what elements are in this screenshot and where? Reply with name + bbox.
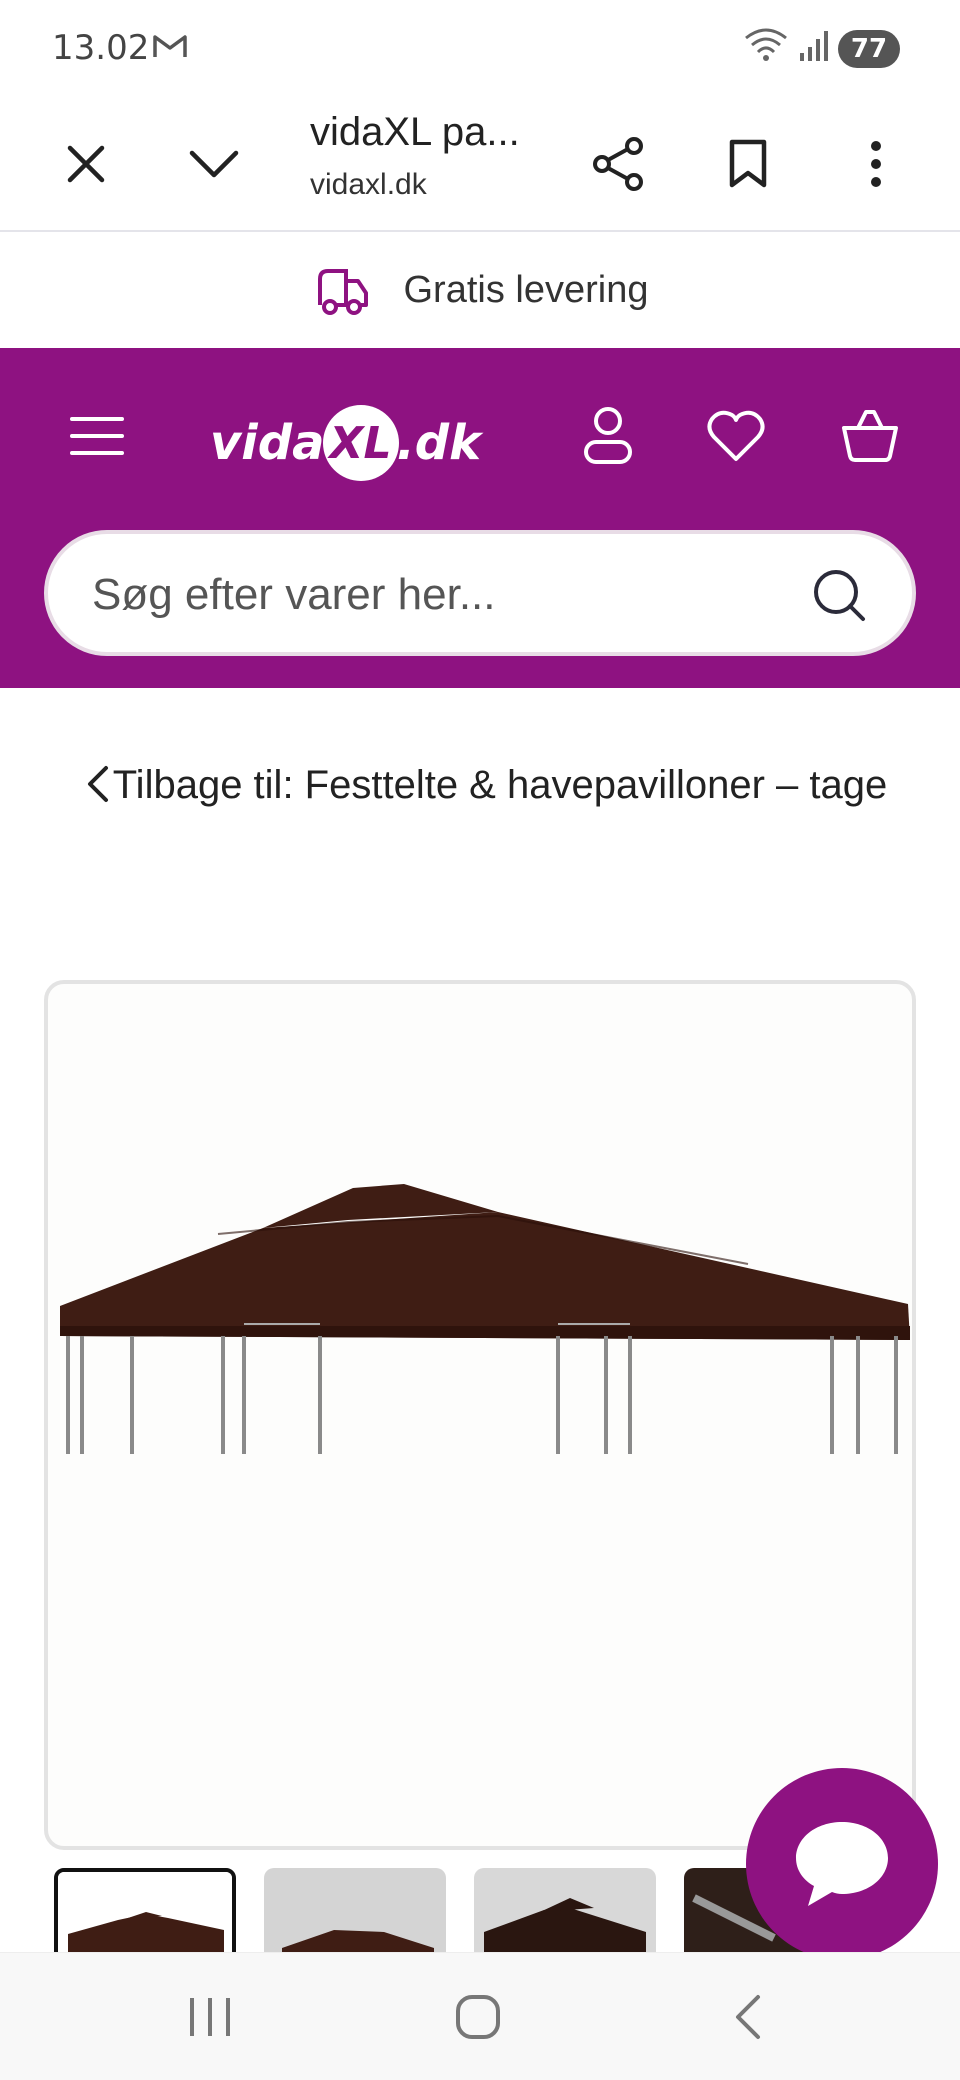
logo-text-suffix: .dk: [396, 415, 482, 471]
minimize-tab-button[interactable]: [172, 96, 256, 232]
wifi-icon: [744, 28, 788, 69]
chevron-down-icon: [189, 150, 239, 178]
account-button[interactable]: [572, 388, 644, 484]
logo-xl-mark: XL: [322, 405, 399, 481]
share-icon: [593, 137, 643, 191]
close-tab-button[interactable]: [44, 96, 128, 232]
back-button[interactable]: [688, 1953, 808, 2080]
shopping-basket-icon: [842, 410, 898, 462]
browser-toolbar: vidaXL pa... vidaxl.dk: [0, 96, 960, 232]
recent-apps-icon: [190, 1998, 230, 2036]
vidaxl-logo[interactable]: vida XL .dk: [210, 398, 481, 488]
user-icon: [584, 407, 632, 464]
status-icons: 77: [744, 28, 900, 69]
chat-bubble-icon: [796, 1822, 888, 1906]
gmail-icon: [152, 32, 188, 65]
wishlist-button[interactable]: [700, 388, 772, 484]
chat-button[interactable]: [746, 1768, 938, 1960]
status-time: 13.02: [52, 28, 150, 68]
system-navigation-bar: [0, 1952, 960, 2080]
search-input[interactable]: Søg efter varer her...: [92, 570, 496, 620]
share-button[interactable]: [576, 96, 660, 232]
heart-icon: [707, 410, 765, 461]
bookmark-button[interactable]: [706, 96, 790, 232]
more-vertical-icon: [871, 141, 881, 187]
more-menu-button[interactable]: [834, 96, 918, 232]
product-image-gallery[interactable]: [44, 980, 916, 1850]
menu-button[interactable]: [62, 388, 132, 484]
close-icon: [67, 145, 105, 183]
hamburger-menu-icon: [70, 417, 124, 455]
recent-apps-button[interactable]: [150, 1953, 270, 2080]
logo-text-prefix: vida: [210, 415, 325, 471]
cart-button[interactable]: [834, 388, 906, 484]
back-to-category-link[interactable]: Tilbage til: Festtelte & havepavilloner …: [60, 752, 900, 818]
search-bar[interactable]: Søg efter varer her...: [44, 530, 916, 656]
delivery-truck-icon: [317, 269, 368, 315]
battery-indicator: 77: [838, 29, 900, 68]
free-delivery-banner: Gratis levering: [0, 232, 960, 348]
back-arrow-icon: [736, 1995, 760, 2039]
chevron-left-icon: [84, 760, 112, 826]
bookmark-icon: [729, 139, 767, 188]
site-header: vida XL .dk Søg efter varer her...: [0, 348, 960, 688]
free-delivery-text: Gratis levering: [403, 268, 649, 311]
status-bar: 13.02 77: [0, 0, 960, 96]
signal-icon: [798, 29, 828, 68]
search-icon[interactable]: [810, 566, 868, 629]
home-button[interactable]: [418, 1953, 538, 2080]
back-link-text: Tilbage til: Festtelte & havepavilloner …: [112, 763, 888, 807]
page-url[interactable]: vidaxl.dk: [310, 168, 427, 202]
thumbnail-image: [58, 1872, 232, 1964]
page: 13.02 77 vidaXL pa... vidaxl.dk Gratis l…: [0, 0, 960, 2080]
page-title[interactable]: vidaXL pa...: [310, 110, 520, 155]
gazebo-roof-image: [60, 1184, 910, 1454]
home-icon: [456, 1995, 500, 2039]
